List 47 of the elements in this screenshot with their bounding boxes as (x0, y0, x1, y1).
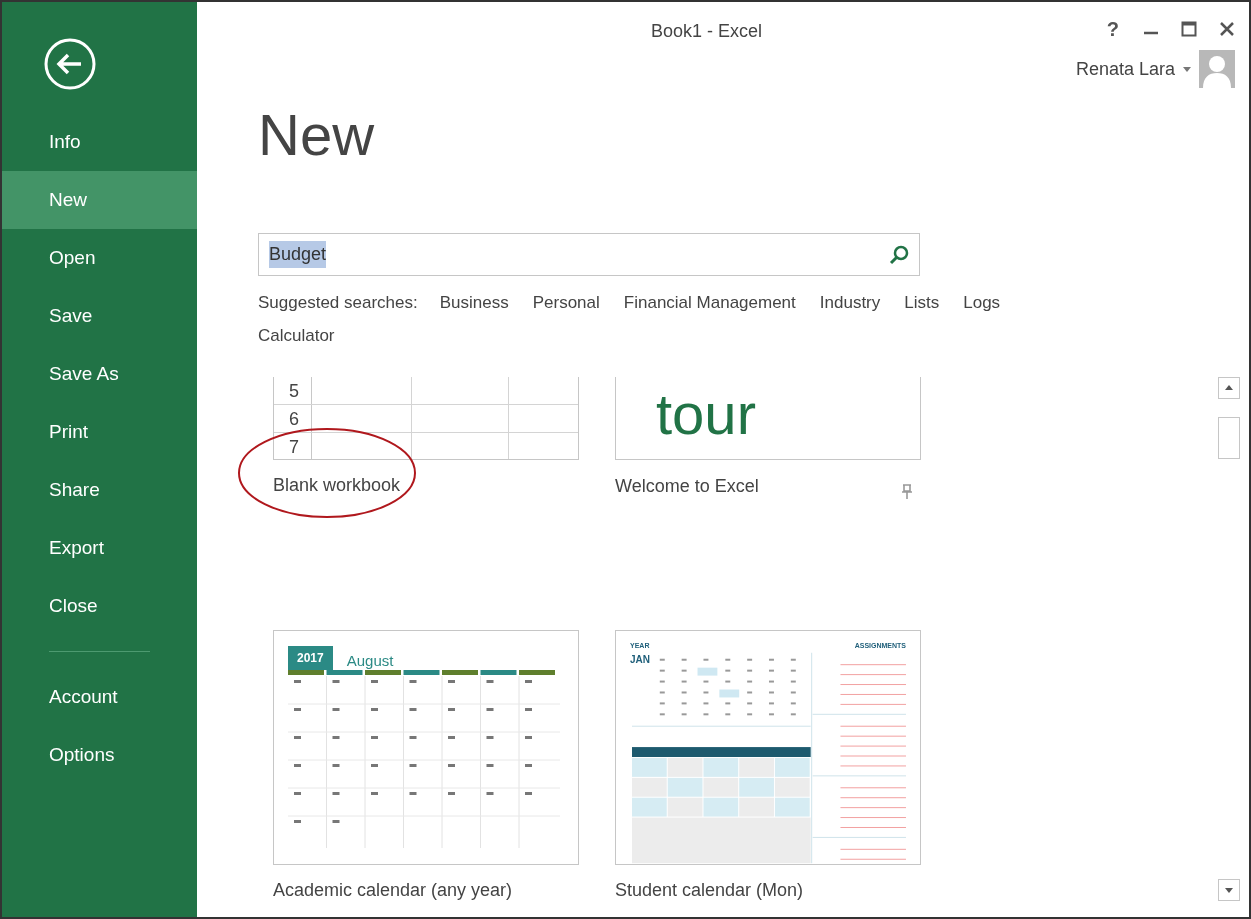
scroll-up-icon[interactable] (1218, 377, 1240, 399)
template-name[interactable]: Blank workbook (273, 472, 401, 499)
suggested-search-link[interactable]: Industry (819, 290, 881, 316)
sidebar-item[interactable]: Options (2, 726, 197, 784)
search-icon[interactable] (889, 244, 909, 265)
suggested-search-link[interactable]: Business (439, 290, 509, 316)
sidebar-item[interactable]: Print (2, 403, 197, 461)
caret-icon[interactable] (1183, 66, 1191, 72)
user-name[interactable]: Renata Lara (1075, 55, 1175, 83)
sidebar-item[interactable]: Account (2, 668, 197, 726)
help-button[interactable]: ? (1104, 14, 1121, 44)
template-name[interactable]: Welcome to Excel (615, 472, 759, 500)
suggested-search-link[interactable]: Financial Management (623, 290, 796, 316)
template-thumbnail[interactable]: 2017 August (273, 630, 579, 865)
sidebar-item[interactable]: Share (2, 461, 197, 519)
sidebar-item[interactable]: Close (2, 577, 197, 635)
search-value: Budget (269, 241, 327, 268)
row-number: 7 (274, 433, 312, 459)
tour-word: tour (655, 380, 757, 448)
suggested-search-link[interactable]: Personal (532, 290, 600, 316)
template-name[interactable]: Student calendar (Mon) (615, 877, 804, 904)
page-heading: New (258, 103, 375, 167)
maximize-icon[interactable] (1181, 21, 1197, 37)
row-number: 5 (274, 377, 312, 404)
scroll-down-icon[interactable] (1218, 879, 1240, 901)
sidebar-item[interactable]: New (2, 171, 197, 229)
search-field[interactable]: Budget (258, 233, 920, 276)
window-title: Book1 - Excel (650, 20, 762, 42)
calendar-year: 2017 (288, 646, 333, 670)
row-number: 6 (274, 405, 312, 432)
calendar-month: JAN (630, 652, 650, 666)
sidebar-item[interactable]: Save As (2, 345, 197, 403)
sidebar-item[interactable]: Save (2, 287, 197, 345)
template-thumbnail[interactable]: 5 6 7 (273, 377, 579, 460)
suggested-search-link[interactable]: Lists (904, 290, 940, 316)
sidebar-item[interactable]: Info (2, 113, 197, 171)
scroll-thumb[interactable] (1218, 417, 1240, 459)
calendar-month: August (346, 652, 394, 670)
template-name[interactable]: Academic calendar (any year) (273, 877, 513, 904)
suggested-search-link[interactable]: Calculator (258, 322, 335, 348)
template-thumbnail[interactable]: tour (615, 377, 921, 460)
suggested-searches-label: Suggested searches: (258, 292, 418, 314)
sidebar-item[interactable]: Open (2, 229, 197, 287)
sidebar-item[interactable]: Export (2, 519, 197, 577)
pin-icon[interactable] (901, 484, 913, 500)
close-icon[interactable] (1219, 21, 1235, 37)
suggested-search-link[interactable]: Logs (963, 290, 1001, 316)
